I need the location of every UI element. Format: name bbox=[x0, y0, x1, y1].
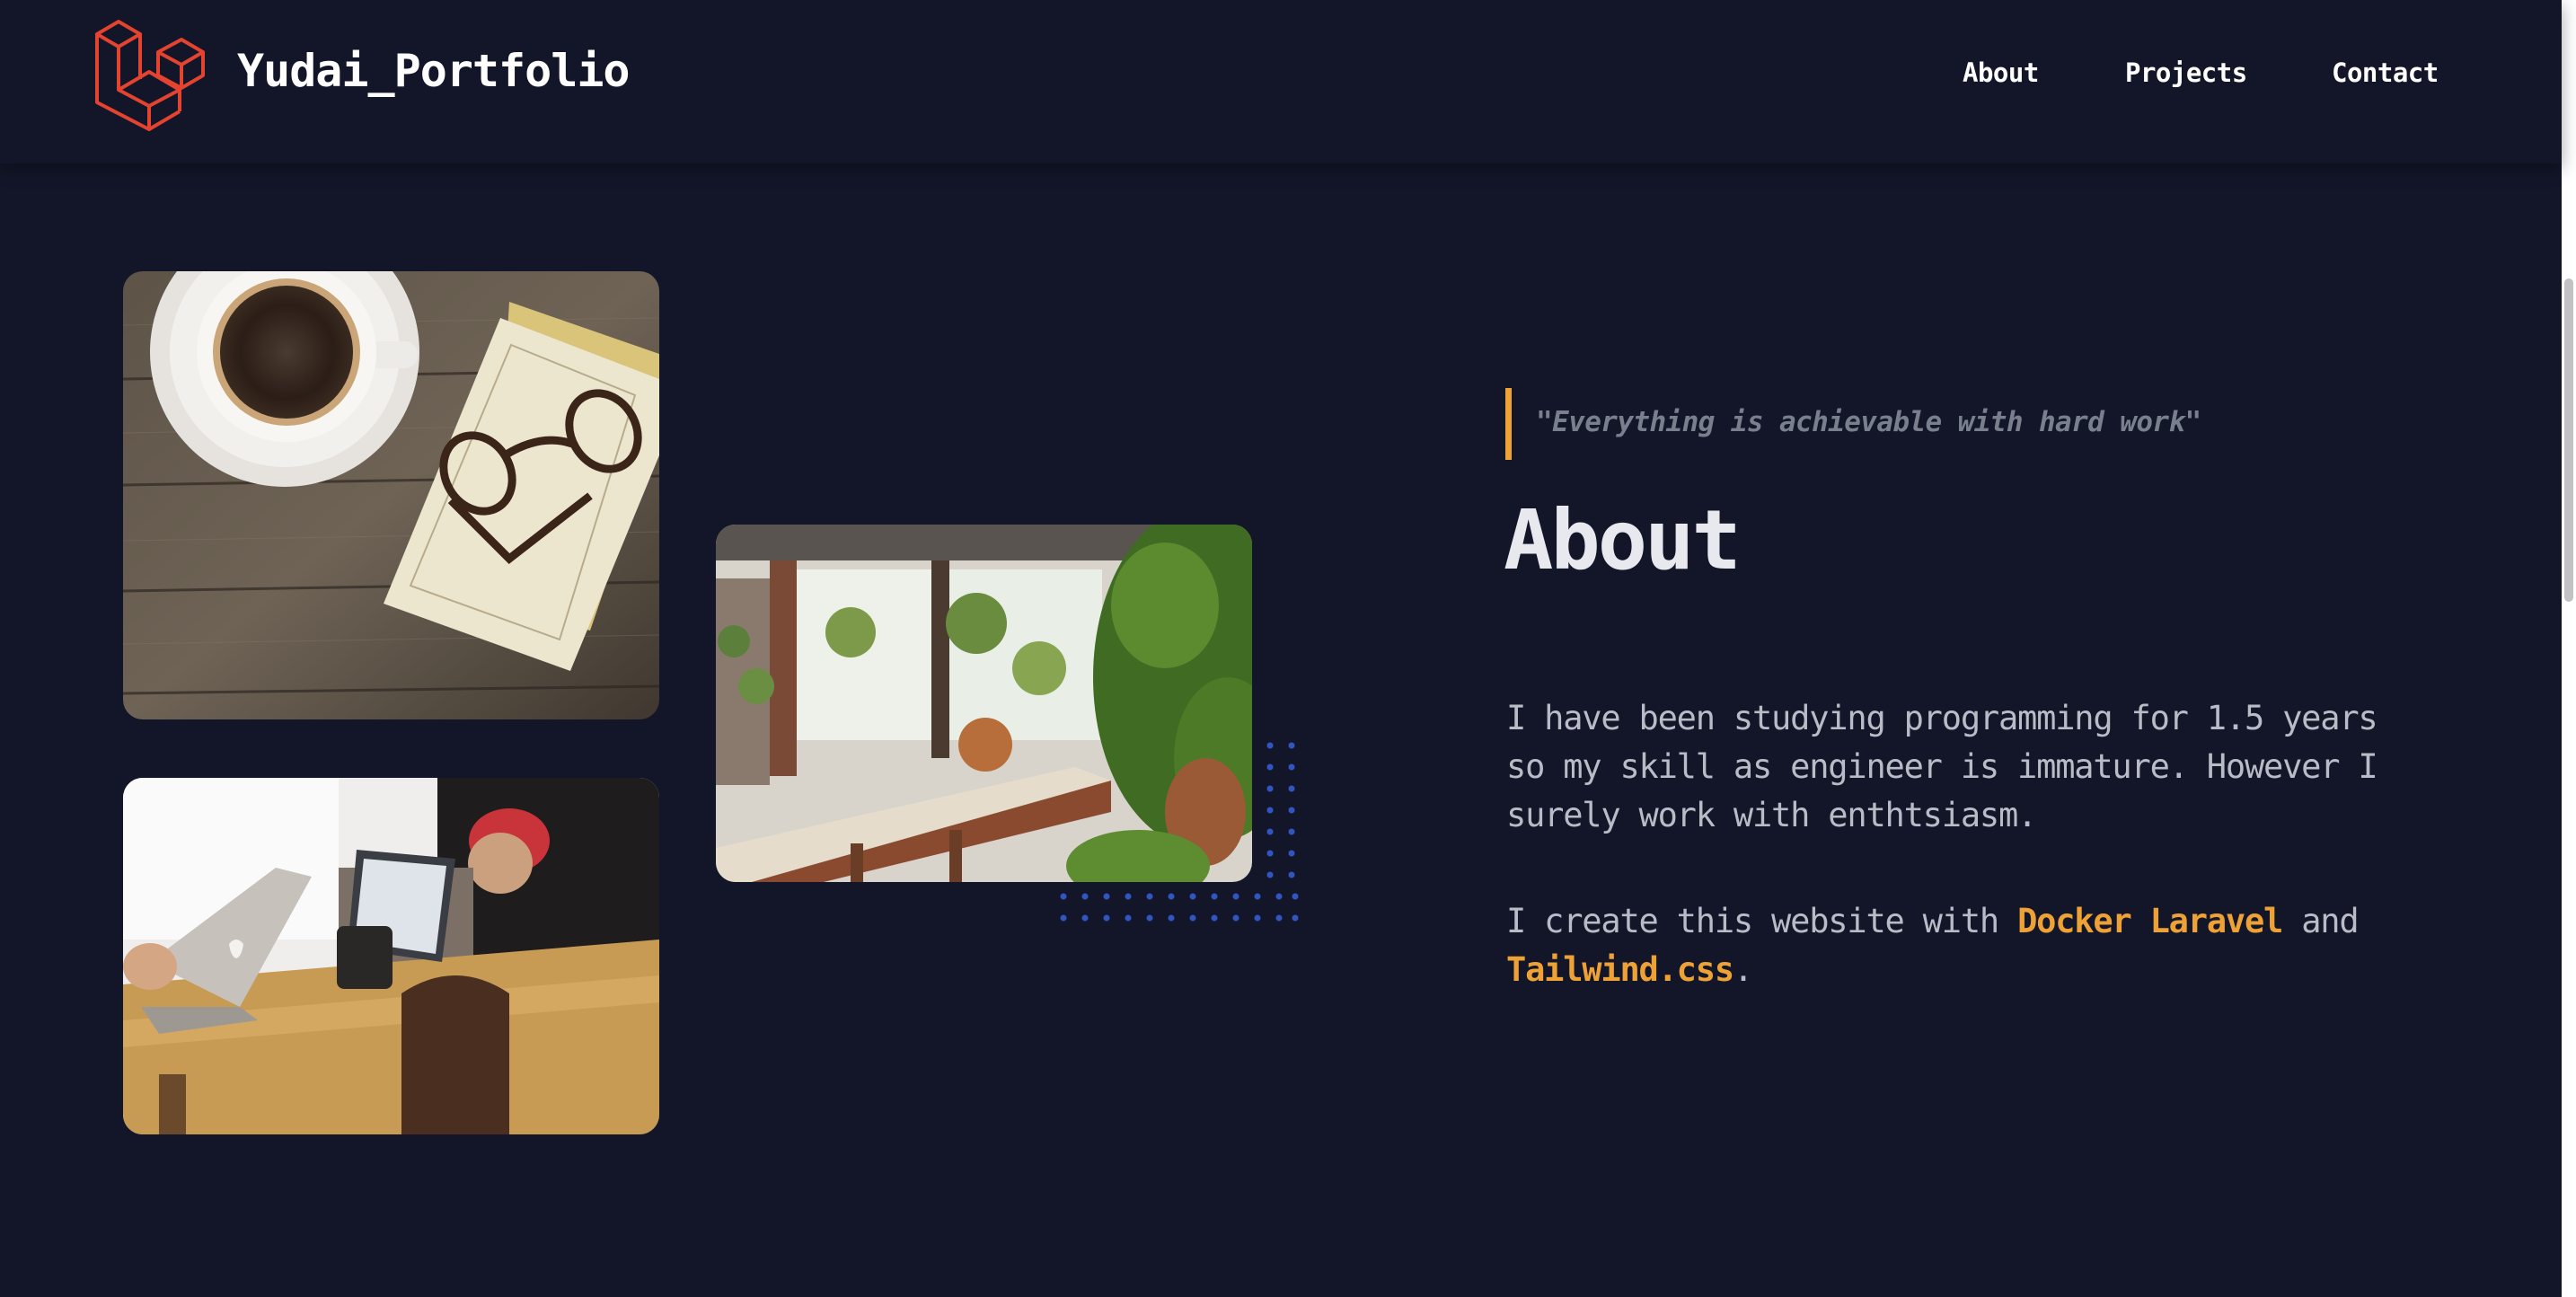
about-heading: About bbox=[1504, 492, 1742, 588]
tech-text-prefix: I create this website with bbox=[1506, 902, 2018, 940]
coffee-cup-glasses-photo bbox=[123, 271, 659, 719]
nav-link-about[interactable]: About bbox=[1963, 57, 2039, 88]
brand-title[interactable]: Yudai_Portfolio bbox=[237, 45, 631, 97]
tech-text-suffix: . bbox=[1733, 950, 1753, 989]
site-header: Yudai_Portfolio About Projects Contact bbox=[0, 0, 2562, 163]
tech-highlight-tailwind: Tailwind.css bbox=[1506, 950, 1734, 989]
motto-quote: "Everything is achievable with hard work… bbox=[1536, 406, 2201, 438]
quote-accent-bar bbox=[1505, 388, 1512, 460]
about-paragraph-tech: I create this website with Docker Larave… bbox=[1506, 897, 2422, 994]
people-with-laptops-photo bbox=[123, 778, 659, 1134]
page-scrollbar[interactable] bbox=[2562, 0, 2576, 1297]
cafe-interior-plants-photo bbox=[716, 525, 1252, 882]
tech-highlight-docker-laravel: Docker Laravel bbox=[2017, 902, 2283, 940]
about-paragraph-intro: I have been studying programming for 1.5… bbox=[1506, 699, 2378, 834]
scrollbar-thumb[interactable] bbox=[2564, 278, 2573, 602]
nav-link-contact[interactable]: Contact bbox=[2332, 57, 2439, 88]
laravel-logo-icon[interactable] bbox=[92, 16, 208, 131]
nav-link-projects[interactable]: Projects bbox=[2125, 57, 2247, 88]
tech-text-middle: and bbox=[2282, 902, 2359, 940]
